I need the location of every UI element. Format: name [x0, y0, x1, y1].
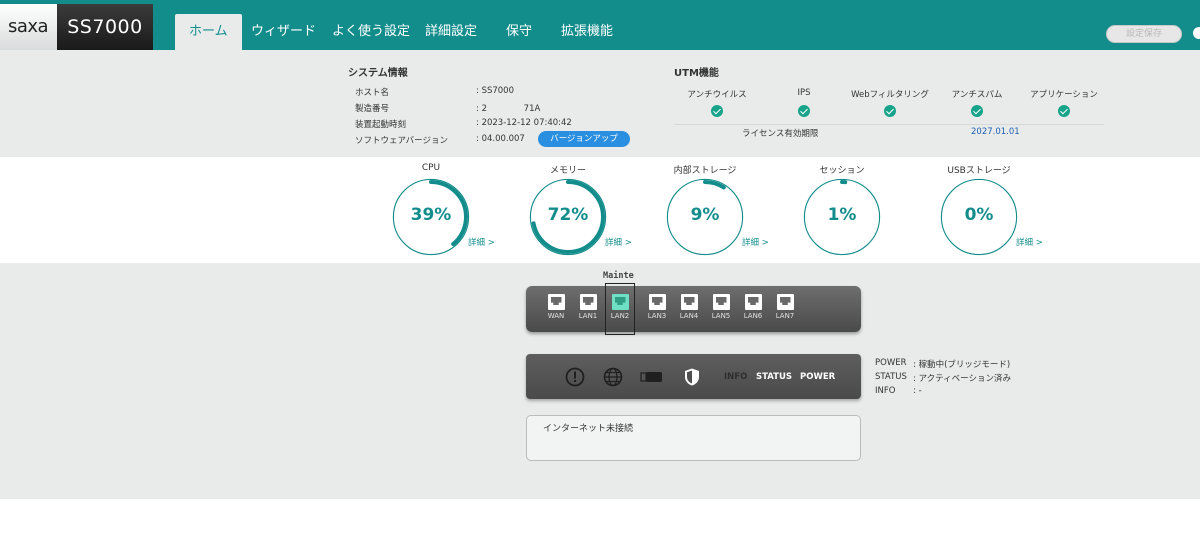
- tab-home[interactable]: ホーム: [175, 14, 242, 50]
- status-led-label: STATUS: [756, 372, 793, 382]
- serial-label: 製造番号: [355, 104, 390, 114]
- usb-storage-detail-link[interactable]: 詳細 >: [1016, 236, 1043, 248]
- port-lan4[interactable]: LAN4: [680, 294, 698, 320]
- check-icon: [971, 105, 983, 117]
- activation-status-value: : アクティベーション済み: [913, 374, 1011, 384]
- cpu-detail-link[interactable]: 詳細 >: [468, 236, 495, 248]
- tab-advanced-settings[interactable]: 詳細設定: [425, 14, 477, 50]
- ethernet-port-icon: [547, 294, 565, 310]
- power-led-label: POWER: [800, 372, 836, 382]
- connection-message-box: インターネット未接続: [526, 415, 861, 461]
- divider: [674, 124, 1104, 125]
- port-label: LAN6: [743, 312, 763, 320]
- shield-icon: [685, 368, 699, 386]
- host-name-value: : SS7000: [476, 86, 514, 96]
- ethernet-port-icon: [744, 294, 762, 310]
- internal-storage-detail-link[interactable]: 詳細 >: [742, 236, 769, 248]
- tab-wizard[interactable]: ウィザード: [251, 14, 316, 50]
- software-version-value: : 04.00.007: [476, 134, 525, 144]
- port-label: LAN1: [578, 312, 598, 320]
- usb-storage-gauge-value: 0%: [964, 205, 994, 225]
- port-label: LAN7: [775, 312, 795, 320]
- boot-time-label: 装置起動時刻: [355, 120, 407, 130]
- tab-common-settings[interactable]: よく使う設定: [332, 14, 410, 50]
- menu-icon[interactable]: [1193, 27, 1200, 39]
- tab-maintenance[interactable]: 保守: [506, 14, 532, 50]
- boot-time-value: : 2023-12-12 07:40:42: [476, 118, 572, 128]
- info-led-label: INFO: [724, 372, 748, 382]
- check-icon: [711, 105, 723, 117]
- software-version-label: ソフトウェアバージョン: [355, 136, 448, 146]
- port-lan3[interactable]: LAN3: [648, 294, 666, 320]
- save-settings-button[interactable]: 設定保存: [1106, 25, 1182, 43]
- top-navigation-bar: saxa SS7000 ホーム ウィザード よく使う設定 詳細設定 保守 拡張機…: [0, 0, 1200, 50]
- port-label: LAN4: [679, 312, 699, 320]
- power-status-value: : 稼動中(ブリッジモード): [913, 360, 1011, 370]
- serial-value: : 2 71A: [476, 104, 541, 114]
- activation-status-label: STATUS: [875, 372, 907, 382]
- brand-logo: saxa: [0, 4, 57, 50]
- ethernet-port-icon: [712, 294, 730, 310]
- memory-gauge-value: 72%: [547, 205, 589, 225]
- info-status-value: : -: [913, 386, 922, 396]
- port-lan6[interactable]: LAN6: [744, 294, 762, 320]
- port-label: WAN: [547, 312, 565, 320]
- tab-extensions[interactable]: 拡張機能: [561, 14, 613, 50]
- ethernet-port-icon: [648, 294, 666, 310]
- system-info-title: システム情報: [348, 68, 408, 79]
- ethernet-port-icon: [579, 294, 597, 310]
- internal-storage-gauge-title: 内部ストレージ: [673, 166, 737, 176]
- utm-antivirus-label: アンチウイルス: [687, 90, 747, 100]
- license-label: ライセンス有効期限: [742, 129, 819, 139]
- port-lan5[interactable]: LAN5: [712, 294, 730, 320]
- version-up-button[interactable]: バージョンアップ: [538, 131, 630, 147]
- port-wan[interactable]: WAN: [547, 294, 565, 320]
- check-icon: [884, 105, 896, 117]
- utm-ips-label: IPS: [797, 88, 811, 98]
- utm-title: UTM機能: [674, 68, 719, 79]
- memory-gauge-title: メモリー: [549, 166, 587, 176]
- check-icon: [1058, 105, 1070, 117]
- internal-storage-gauge-value: 9%: [690, 205, 720, 225]
- usb-icon: [640, 372, 662, 382]
- status-led-panel: INFO STATUS POWER: [526, 354, 861, 399]
- ethernet-port-icon: [680, 294, 698, 310]
- license-expiry-value: 2027.01.01: [971, 127, 1020, 137]
- session-gauge-title: セッション: [819, 166, 865, 176]
- power-status-label: POWER: [875, 358, 907, 368]
- check-icon: [798, 105, 810, 117]
- maintenance-port-label: Mainte: [603, 271, 634, 281]
- ethernet-port-icon: [776, 294, 794, 310]
- maintenance-port-highlight: [605, 283, 635, 335]
- usb-storage-gauge-title: USBストレージ: [947, 166, 1011, 176]
- utm-application-label: アプリケーション: [1030, 90, 1098, 100]
- host-name-label: ホスト名: [355, 88, 390, 98]
- globe-icon: [603, 367, 623, 387]
- alert-icon: [565, 367, 585, 387]
- session-gauge-value: 1%: [827, 205, 857, 225]
- cpu-gauge-value: 39%: [410, 205, 452, 225]
- memory-detail-link[interactable]: 詳細 >: [605, 236, 632, 248]
- info-status-label: INFO: [875, 386, 896, 396]
- model-logo: SS7000: [57, 4, 153, 50]
- utm-web-filter-label: Webフィルタリング: [851, 90, 929, 100]
- port-label: LAN3: [647, 312, 667, 320]
- port-lan1[interactable]: LAN1: [579, 294, 597, 320]
- cpu-gauge-title: CPU: [421, 163, 441, 173]
- utm-antispam-label: アンチスパム: [951, 90, 1003, 100]
- port-label: LAN5: [711, 312, 731, 320]
- port-lan7[interactable]: LAN7: [776, 294, 794, 320]
- port-panel: WAN LAN1 LAN2 LAN3 LAN4 LAN5 LAN6 LAN7: [526, 286, 861, 332]
